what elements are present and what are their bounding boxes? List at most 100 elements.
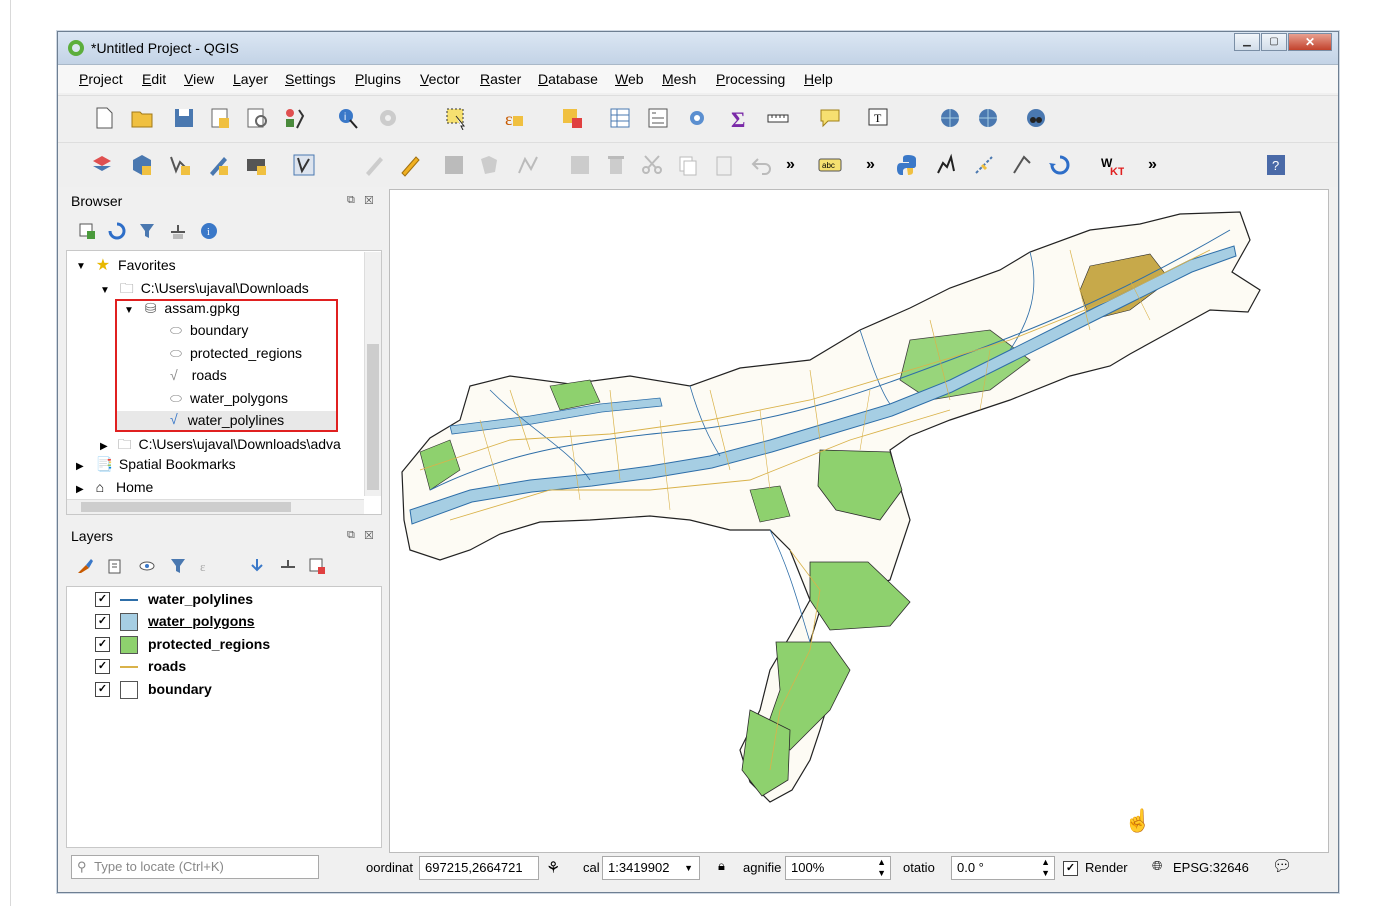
menu-web[interactable]: Web [615,71,644,87]
collapse-all-icon[interactable] [279,557,297,575]
properties-info-icon[interactable]: i [200,222,218,240]
python-console-icon[interactable] [896,153,920,177]
filter-legend-icon[interactable] [169,557,187,575]
save-layer-edits-icon[interactable] [442,153,466,177]
scroll-thumb[interactable] [367,344,379,490]
cut-features-icon[interactable] [640,153,664,177]
browser-hscrollbar[interactable] [67,499,364,514]
locator-search-input[interactable]: ⚲ Type to locate (Ctrl+K) [71,855,319,879]
attribute-table-icon[interactable] [608,106,632,130]
dropdown-arrow-icon[interactable]: ▼ [684,857,693,879]
downloads-adv-row[interactable]: ▶ 🗀 C:\Users\ujaval\Downloads\adva [100,434,341,454]
new-print-layout-icon[interactable] [208,106,232,130]
profile-tool-icon[interactable] [1010,153,1034,177]
spin-arrows-icon[interactable]: ▲ ▼ [877,857,886,879]
menu-edit[interactable]: Edit [142,71,166,87]
wfs-layer-icon[interactable] [976,106,1000,130]
collapse-all-icon[interactable] [169,222,187,240]
scale-combobox[interactable]: 1:3419902 ▼ [602,856,700,880]
modify-attributes-icon[interactable] [568,153,592,177]
statistical-summary-icon[interactable]: Σ [728,106,752,130]
new-geopackage-layer-icon[interactable] [130,153,154,177]
browser-close-icon[interactable]: ☒ [364,194,374,207]
expand-arrow-icon[interactable]: ▼ [76,261,86,272]
menu-plugins[interactable]: Plugins [355,71,401,87]
overflow-editing-icon[interactable]: » [786,156,795,174]
measure-line-icon[interactable] [766,106,790,130]
menu-processing[interactable]: Processing [716,71,785,87]
home-row[interactable]: ▶ ⌂ Home [76,479,153,499]
menu-vector[interactable]: Vector [420,71,460,87]
help-icon[interactable]: ? [1264,153,1288,177]
messages-icon[interactable]: 💬︎ [1272,856,1292,876]
geometry-tool-icon[interactable] [972,153,996,177]
new-temporary-layer-icon[interactable] [206,153,230,177]
style-manager-icon[interactable] [283,106,307,130]
maximize-button[interactable]: ▢ [1261,33,1287,51]
processing-toolbox-icon[interactable] [685,106,709,130]
refresh-icon[interactable] [108,222,126,240]
label-tool-icon[interactable]: abc [818,153,842,177]
favorites-row[interactable]: ▼ ★ Favorites [76,255,176,275]
add-selected-layers-icon[interactable] [78,222,96,240]
add-group-icon[interactable] [106,557,124,575]
layout-manager-icon[interactable] [245,106,269,130]
identify-icon[interactable]: i [336,106,360,130]
current-edits-icon[interactable] [362,153,386,177]
select-by-expression-icon[interactable]: ε [502,106,526,130]
overflow-labels-icon[interactable]: » [866,156,875,174]
rotation-spinbox[interactable]: 0.0 ° ▲ ▼ [951,856,1055,880]
paste-features-icon[interactable] [712,153,736,177]
menu-help[interactable]: Help [804,71,833,87]
close-button[interactable]: ✕ [1288,33,1332,51]
digitizing-vertex-icon[interactable] [292,153,316,177]
new-project-icon[interactable] [92,106,116,130]
metasearch-icon[interactable] [1024,106,1048,130]
layer-visibility-checkbox[interactable]: ✓ [95,614,110,629]
wms-layer-icon[interactable] [938,106,962,130]
collapse-arrow-icon[interactable]: ▶ [100,441,108,452]
minimize-button[interactable]: ▁ [1234,33,1260,51]
visibility-eye-icon[interactable] [138,557,156,575]
downloads-row[interactable]: ▼ 🗀 C:\Users\ujaval\Downloads [100,278,309,298]
browser-float-icon[interactable]: ⧉ [347,194,355,207]
field-calculator-icon[interactable] [646,106,670,130]
overflow-plugins-icon[interactable]: » [1148,156,1157,174]
browser-vscrollbar[interactable] [364,252,381,496]
open-project-icon[interactable] [130,106,154,130]
save-project-icon[interactable] [172,106,196,130]
vertex-tool-icon[interactable] [516,153,540,177]
collapse-arrow-icon[interactable]: ▶ [76,461,84,472]
delete-selected-icon[interactable] [604,153,628,177]
layers-float-icon[interactable]: ⧉ [347,529,355,542]
remove-layer-icon[interactable] [308,557,326,575]
select-features-icon[interactable] [444,106,468,130]
layers-close-icon[interactable]: ☒ [364,529,374,542]
copy-features-icon[interactable] [676,153,700,177]
style-layer-icon[interactable] [76,557,94,575]
menu-project[interactable]: Project [79,71,123,87]
collapse-arrow-icon[interactable]: ▶ [76,484,84,495]
wkt-icon[interactable]: WKT [1100,153,1124,177]
filter-icon[interactable] [138,222,156,240]
crs-globe-icon[interactable]: 🌐︎ [1152,858,1162,874]
toggle-extents-icon[interactable]: ⚘ [546,858,560,878]
text-annotation-icon[interactable]: T [866,106,890,130]
toggle-editing-icon[interactable] [398,153,422,177]
crs-label[interactable]: EPSG:32646 [1173,860,1249,875]
menu-raster[interactable]: Raster [480,71,521,87]
lock-scale-icon[interactable]: 🔒︎ [718,858,725,874]
menu-database[interactable]: Database [538,71,598,87]
scroll-thumb[interactable] [81,502,291,512]
refresh-plugin-icon[interactable] [1048,153,1072,177]
menu-layer[interactable]: Layer [233,71,268,87]
deselect-features-icon[interactable] [560,106,584,130]
add-feature-icon[interactable] [478,153,502,177]
bookmarks-row[interactable]: ▶ 📑 Spatial Bookmarks [76,456,236,476]
layer-visibility-checkbox[interactable]: ✓ [95,637,110,652]
new-virtual-layer-icon[interactable] [244,153,268,177]
undo-icon[interactable] [750,153,774,177]
expand-all-icon[interactable] [248,557,266,575]
layer-visibility-checkbox[interactable]: ✓ [95,592,110,607]
menu-settings[interactable]: Settings [285,71,336,87]
